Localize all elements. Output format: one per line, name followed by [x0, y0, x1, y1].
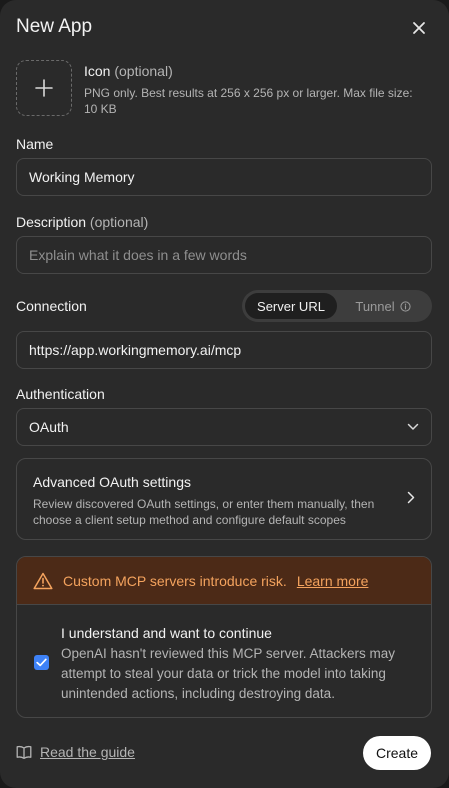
icon-upload-button[interactable]	[16, 60, 72, 116]
advanced-oauth-description: Review discovered OAuth settings, or ent…	[33, 497, 375, 527]
description-label: Description (optional)	[16, 214, 148, 230]
server-url-option[interactable]: Server URL	[245, 293, 337, 319]
chevron-down-icon	[407, 423, 419, 430]
description-field[interactable]: Explain what it does in a few words	[16, 236, 432, 274]
connection-label: Connection	[16, 298, 87, 314]
description-label-text: Description	[16, 214, 87, 230]
acknowledge-checkbox[interactable]	[34, 655, 49, 670]
tunnel-option[interactable]: Tunnel	[337, 293, 429, 319]
check-icon	[36, 658, 47, 667]
risk-warning-banner: Custom MCP servers introduce risk. Learn…	[17, 557, 431, 605]
name-field[interactable]: Working Memory	[16, 158, 432, 196]
acknowledge-title: I understand and want to continue	[61, 625, 272, 641]
close-icon	[413, 22, 425, 34]
icon-label-text: Icon	[84, 63, 111, 79]
info-icon	[400, 300, 411, 312]
acknowledge-description: OpenAI hasn't reviewed this MCP server. …	[61, 646, 395, 701]
risk-panel: Custom MCP servers introduce risk. Learn…	[16, 556, 432, 718]
authentication-label: Authentication	[16, 386, 105, 402]
advanced-oauth-settings[interactable]: Advanced OAuth settings Review discovere…	[16, 458, 432, 540]
advanced-oauth-title: Advanced OAuth settings	[33, 474, 191, 490]
plus-icon	[35, 79, 53, 97]
icon-hint: PNG only. Best results at 256 x 256 px o…	[84, 86, 413, 116]
close-button[interactable]	[408, 17, 430, 39]
risk-warning-text: Custom MCP servers introduce risk.	[63, 572, 287, 589]
description-optional-text: (optional)	[89, 214, 149, 230]
server-url-label: Server URL	[257, 298, 325, 314]
read-guide-link[interactable]: Read the guide	[16, 744, 135, 760]
icon-label: Icon (optional)	[84, 63, 173, 79]
name-label: Name	[16, 136, 54, 152]
tunnel-label: Tunnel	[355, 298, 395, 314]
warning-icon	[33, 572, 53, 589]
new-app-dialog: New App Icon (optional) PNG only. Best r…	[0, 0, 449, 788]
server-url-field[interactable]: https://app.workingmemory.ai/mcp	[16, 331, 432, 369]
chevron-right-icon	[407, 491, 415, 504]
learn-more-link[interactable]: Learn more	[297, 573, 369, 589]
connection-toggle: Server URL Tunnel	[242, 290, 432, 322]
read-guide-text: Read the guide	[40, 744, 135, 760]
authentication-value: OAuth	[29, 419, 69, 435]
create-button[interactable]: Create	[363, 736, 431, 770]
icon-optional-text: (optional)	[114, 63, 173, 79]
book-icon	[16, 745, 32, 759]
authentication-select[interactable]: OAuth	[16, 408, 432, 446]
dialog-title: New App	[16, 16, 93, 37]
